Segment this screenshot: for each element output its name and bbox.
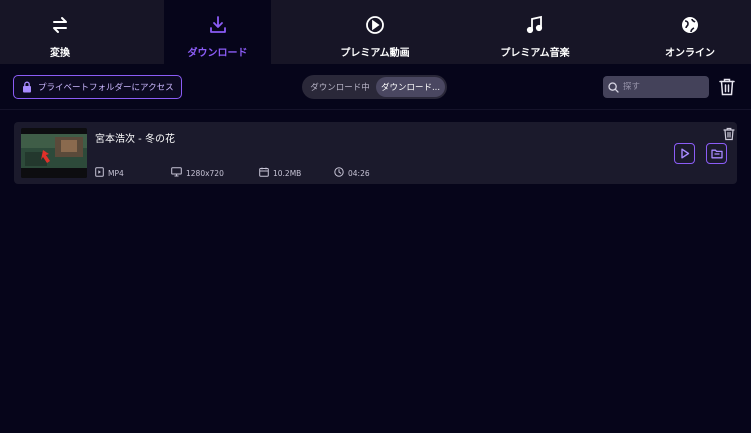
search-box (603, 76, 709, 98)
meta-resolution: 1280x720 (171, 167, 224, 179)
nav-label: オンライン (665, 48, 715, 59)
delete-all-button[interactable] (718, 77, 736, 97)
list-item[interactable]: 宮本浩次 - 冬の花 MP4 1280x720 10.2MB 04:26 (14, 122, 737, 184)
toolbar: プライベートフォルダーにアクセス ダウンロード中 ダウンロード... (0, 64, 751, 110)
open-folder-button[interactable] (706, 143, 727, 164)
size-value: 10.2MB (273, 168, 302, 178)
duration-value: 04:26 (348, 168, 370, 178)
meta-format: MP4 (95, 167, 124, 179)
tab-downloading[interactable]: ダウンロード中 (304, 77, 376, 97)
nav-label: プレミアム音楽 (500, 48, 570, 59)
video-thumbnail (21, 128, 87, 178)
nav-label: 変換 (50, 48, 70, 59)
search-input[interactable] (623, 82, 703, 92)
meta-duration: 04:26 (334, 167, 370, 179)
trash-icon (723, 126, 735, 145)
clock-icon (334, 167, 348, 179)
nav-item-premium-video[interactable]: プレミアム動画 (310, 0, 440, 64)
nav-item-convert[interactable]: 変換 (0, 0, 120, 64)
file-size-icon (259, 167, 273, 179)
app-window: 変換 ダウンロード プレミアム動画 プレミアム音楽 オンライン プライベートフォ… (0, 0, 751, 433)
video-file-icon (95, 167, 108, 179)
nav-item-premium-music[interactable]: プレミアム音楽 (480, 0, 590, 64)
nav-label: ダウンロード (187, 48, 248, 59)
swap-arrows-icon (50, 15, 70, 35)
private-folder-label: プライベートフォルダーにアクセス (38, 83, 174, 93)
format-value: MP4 (108, 168, 124, 178)
delete-item-button[interactable] (723, 126, 735, 141)
play-button[interactable] (674, 143, 695, 164)
tab-downloaded[interactable]: ダウンロード... (376, 77, 445, 97)
download-status-tabs: ダウンロード中 ダウンロード... (302, 75, 447, 99)
monitor-icon (171, 167, 186, 179)
folder-icon (710, 144, 723, 163)
trash-icon (718, 78, 736, 101)
item-title: 宮本浩次 - 冬の花 (95, 134, 175, 145)
music-note-icon (525, 15, 545, 35)
nav-item-download[interactable]: ダウンロード (164, 0, 271, 64)
search-icon (608, 78, 619, 97)
play-icon (680, 144, 690, 163)
top-nav: 変換 ダウンロード プレミアム動画 プレミアム音楽 オンライン (0, 0, 751, 64)
private-folder-button[interactable]: プライベートフォルダーにアクセス (13, 75, 182, 99)
nav-item-online[interactable]: オンライン (640, 0, 740, 64)
play-circle-icon (365, 15, 385, 35)
globe-icon (680, 15, 700, 35)
lock-icon (22, 78, 32, 97)
meta-size: 10.2MB (259, 167, 301, 179)
nav-label: プレミアム動画 (340, 48, 410, 59)
download-icon (208, 15, 228, 35)
resolution-value: 1280x720 (186, 168, 224, 178)
